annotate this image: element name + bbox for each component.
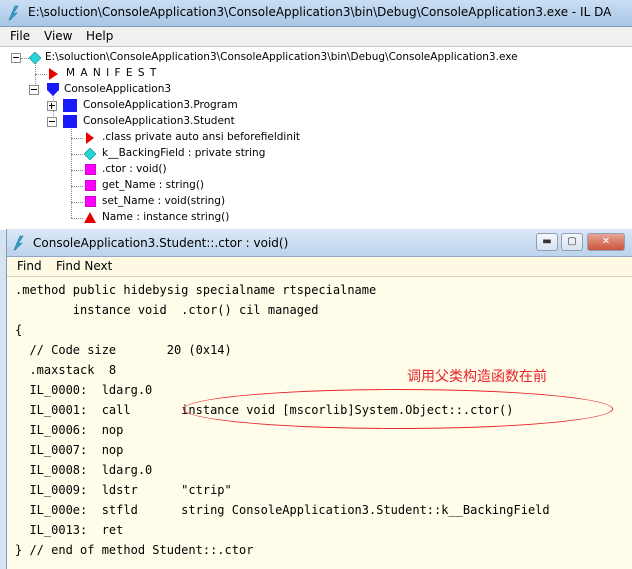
namespace-shield-icon bbox=[47, 83, 59, 96]
tree-root-label: E:\soluction\ConsoleApplication3\Console… bbox=[45, 51, 518, 63]
tree-row-root[interactable]: E:\soluction\ConsoleApplication3\Console… bbox=[0, 50, 632, 66]
il-menu-bar: Find Find Next bbox=[7, 257, 632, 277]
tree-row-class-decl[interactable]: .class private auto ansi beforefieldinit bbox=[0, 130, 632, 146]
code-line: .method public hidebysig specialname rts… bbox=[15, 283, 377, 297]
code-line: IL_0000: ldarg.0 bbox=[15, 383, 153, 397]
property-triangle-icon bbox=[84, 212, 96, 223]
code-line: IL_0009: ldstr "ctrip" bbox=[15, 483, 232, 497]
code-line: instance void .ctor() cil managed bbox=[15, 303, 319, 317]
main-title-bar[interactable]: E:\soluction\ConsoleApplication3\Console… bbox=[0, 0, 632, 27]
code-line: IL_0007: nop bbox=[15, 443, 124, 457]
tree-member-label: .ctor : void() bbox=[102, 163, 167, 175]
tree-row-ctor[interactable]: .ctor : void() bbox=[0, 162, 632, 178]
close-button[interactable]: ✕ bbox=[587, 233, 625, 251]
tree-row-name-property[interactable]: Name : instance string() bbox=[0, 210, 632, 226]
collapse-toggle[interactable] bbox=[11, 53, 21, 63]
annotation-ellipse bbox=[183, 389, 613, 429]
class-icon bbox=[63, 99, 77, 112]
method-square-icon bbox=[85, 180, 96, 191]
tree-member-label: k__BackingField : private string bbox=[102, 147, 266, 159]
code-line: // Code size 20 (0x14) bbox=[15, 343, 232, 357]
il-code-window: ConsoleApplication3.Student::.ctor : voi… bbox=[6, 229, 632, 569]
tree-member-label: set_Name : void(string) bbox=[102, 195, 226, 207]
code-line: .maxstack 8 bbox=[15, 363, 117, 377]
annotation-note: 调用父类构造函数在前 bbox=[407, 369, 547, 385]
method-square-icon bbox=[85, 196, 96, 207]
tree-namespace-label: ConsoleApplication3 bbox=[64, 83, 172, 95]
tree-row-program-class[interactable]: ConsoleApplication3.Program bbox=[0, 98, 632, 114]
menu-view[interactable]: View bbox=[44, 29, 72, 43]
class-decl-triangle-icon bbox=[86, 132, 94, 144]
menu-find-next[interactable]: Find Next bbox=[56, 259, 112, 273]
collapse-toggle[interactable] bbox=[29, 85, 39, 95]
manifest-triangle-icon bbox=[49, 68, 58, 80]
expand-toggle[interactable] bbox=[47, 101, 57, 111]
main-menu-bar: File View Help bbox=[0, 27, 632, 47]
il-title-bar[interactable]: ConsoleApplication3.Student::.ctor : voi… bbox=[7, 229, 632, 257]
ildasm-main-window: E:\soluction\ConsoleApplication3\Console… bbox=[0, 0, 632, 230]
tree-row-manifest[interactable]: M A N I F E S T bbox=[0, 66, 632, 82]
code-line: { bbox=[15, 323, 23, 337]
menu-help[interactable]: Help bbox=[86, 29, 113, 43]
assembly-diamond-icon bbox=[29, 52, 41, 64]
tree-program-label: ConsoleApplication3.Program bbox=[83, 99, 238, 111]
menu-file[interactable]: File bbox=[10, 29, 30, 43]
class-icon bbox=[63, 115, 77, 128]
field-diamond-icon bbox=[84, 148, 96, 160]
tree-member-label: Name : instance string() bbox=[102, 211, 230, 223]
tree-student-label: ConsoleApplication3.Student bbox=[83, 115, 235, 127]
ildasm-app-icon bbox=[11, 235, 27, 255]
tree-manifest-label: M A N I F E S T bbox=[66, 67, 158, 79]
tree-row-namespace[interactable]: ConsoleApplication3 bbox=[0, 82, 632, 98]
code-line: IL_0008: ldarg.0 bbox=[15, 463, 153, 477]
method-square-icon bbox=[85, 164, 96, 175]
tree-row-student-class[interactable]: ConsoleApplication3.Student bbox=[0, 114, 632, 130]
code-line: } // end of method Student::.ctor bbox=[15, 543, 254, 557]
code-line: IL_0013: ret bbox=[15, 523, 124, 537]
tree-member-label: get_Name : string() bbox=[102, 179, 205, 191]
maximize-button[interactable]: ▢ bbox=[561, 233, 583, 251]
code-line: IL_000e: stfld string ConsoleApplication… bbox=[15, 503, 550, 517]
ildasm-app-icon bbox=[6, 5, 22, 25]
main-window-title: E:\soluction\ConsoleApplication3\Console… bbox=[28, 5, 612, 19]
tree-row-backing-field[interactable]: k__BackingField : private string bbox=[0, 146, 632, 162]
collapse-toggle[interactable] bbox=[47, 117, 57, 127]
tree-row-set-name[interactable]: set_Name : void(string) bbox=[0, 194, 632, 210]
code-line: IL_0006: nop bbox=[15, 423, 124, 437]
tree-member-label: .class private auto ansi beforefieldinit bbox=[102, 131, 301, 143]
tree-row-get-name[interactable]: get_Name : string() bbox=[0, 178, 632, 194]
menu-find[interactable]: Find bbox=[17, 259, 42, 273]
il-window-title: ConsoleApplication3.Student::.ctor : voi… bbox=[33, 236, 289, 250]
assembly-tree[interactable]: E:\soluction\ConsoleApplication3\Console… bbox=[0, 47, 632, 230]
minimize-button[interactable]: ▬ bbox=[536, 233, 558, 251]
